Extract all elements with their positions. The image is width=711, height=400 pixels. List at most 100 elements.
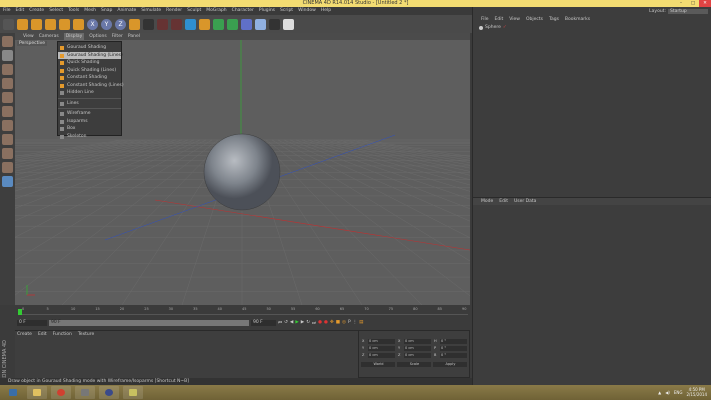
goto-end-icon[interactable]: ⏭ <box>312 320 316 326</box>
y-axis-icon[interactable]: Y <box>101 18 112 30</box>
coordinate-field[interactable]: 0 ° <box>440 353 467 358</box>
display-menu-item[interactable]: Isoparms <box>58 118 121 126</box>
key-position-icon[interactable]: ✥ <box>330 320 334 325</box>
folder-icon[interactable] <box>123 386 143 399</box>
playhead[interactable] <box>18 309 22 315</box>
render-picture-viewer-icon[interactable] <box>157 18 168 30</box>
language-indicator[interactable]: ENG <box>674 390 683 395</box>
key-scale-icon[interactable]: ■ <box>336 320 340 325</box>
timeline-ruler[interactable]: 0 5 10 15 20 25 30 35 40 45 50 55 60 65 70 75 80 85 90 <box>18 307 468 315</box>
floor-icon[interactable] <box>255 18 266 30</box>
start-icon[interactable] <box>3 386 23 399</box>
coordinate-field[interactable]: 0 cm <box>404 346 431 351</box>
menu-mograph[interactable]: MoGraph <box>206 7 226 15</box>
coordinate-system-icon[interactable] <box>129 18 140 30</box>
om-menu-objects[interactable]: Objects <box>526 16 543 24</box>
am-menu-user-data[interactable]: User Data <box>514 198 536 205</box>
edit-render-settings-icon[interactable] <box>171 18 182 30</box>
coordinate-field[interactable]: 0 cm <box>368 353 395 358</box>
enable-axis-icon[interactable] <box>2 134 13 145</box>
prev-key-icon[interactable]: ↺ <box>284 320 288 325</box>
goto-start-icon[interactable]: ⏮ <box>278 320 282 326</box>
light-icon[interactable] <box>283 18 294 30</box>
menu-tools[interactable]: Tools <box>68 7 79 15</box>
autokey-icon[interactable]: ● <box>324 320 328 325</box>
menu-animate[interactable]: Animate <box>117 7 136 15</box>
settings-icon[interactable] <box>75 386 95 399</box>
texture-mode-icon[interactable] <box>2 64 13 75</box>
display-menu-item[interactable]: Wireframe <box>58 110 121 118</box>
coordinate-field[interactable]: 0 ° <box>440 339 467 344</box>
play-icon[interactable]: ▶ <box>295 320 298 325</box>
apply-button[interactable]: Apply <box>433 362 467 367</box>
display-menu-item[interactable]: Skeleton <box>58 133 121 141</box>
file-explorer-icon[interactable] <box>27 386 47 399</box>
workplane-icon[interactable] <box>2 78 13 89</box>
key-pla-icon[interactable]: ⋮ <box>353 320 358 325</box>
start-frame-field[interactable]: 0 F <box>17 319 47 326</box>
recent-tool-icon[interactable] <box>73 18 84 30</box>
menu-simulate[interactable]: Simulate <box>141 7 161 15</box>
edges-mode-icon[interactable] <box>2 106 13 117</box>
next-key-icon[interactable]: ↻ <box>306 320 310 325</box>
menu-script[interactable]: Script <box>280 7 293 15</box>
am-menu-mode[interactable]: Mode <box>481 198 493 205</box>
move-icon[interactable] <box>31 18 42 30</box>
object-name[interactable]: Sphere <box>485 25 501 30</box>
polygons-mode-icon[interactable] <box>2 120 13 131</box>
om-menu-edit[interactable]: Edit <box>495 16 504 24</box>
z-axis-icon[interactable]: Z <box>115 18 126 30</box>
end-frame-field[interactable]: 90 F <box>251 319 276 326</box>
viewport-menu-filter[interactable]: Filter <box>112 33 123 40</box>
viewport-menu-view[interactable]: View <box>23 33 34 40</box>
magnet-icon[interactable] <box>2 176 13 187</box>
coordinate-field[interactable]: 0 cm <box>404 339 431 344</box>
snap-icon[interactable] <box>2 162 13 173</box>
minimize-button[interactable]: – <box>675 0 687 7</box>
om-menu-bookmarks[interactable]: Bookmarks <box>565 16 590 24</box>
scale-icon[interactable] <box>45 18 56 30</box>
timeline-window-icon[interactable]: ▤ <box>359 320 363 325</box>
rotate-icon[interactable] <box>59 18 70 30</box>
prev-frame-icon[interactable]: ◀ <box>290 320 293 325</box>
coordinate-field[interactable]: 0 cm <box>368 339 395 344</box>
camera-icon[interactable] <box>269 18 280 30</box>
viewport-menu-display[interactable]: Display <box>63 33 85 40</box>
coordinate-field[interactable]: 0 cm <box>404 353 431 358</box>
deformer-icon[interactable] <box>241 18 252 30</box>
undo-icon[interactable] <box>3 18 14 30</box>
display-menu-item[interactable]: Constant Shading (Lines) <box>58 82 124 90</box>
tweak-icon[interactable] <box>2 148 13 159</box>
menu-create[interactable]: Create <box>29 7 44 15</box>
material-menu-function[interactable]: Function <box>53 332 72 337</box>
chrome-icon[interactable] <box>51 386 71 399</box>
menu-window[interactable]: Window <box>298 7 316 15</box>
render-view-icon[interactable] <box>143 18 154 30</box>
viewport-menu-options[interactable]: Options <box>89 33 106 40</box>
clock[interactable]: 4:50 PM 2/15/2014 <box>686 387 707 397</box>
menu-select[interactable]: Select <box>49 7 63 15</box>
am-menu-edit[interactable]: Edit <box>499 198 508 205</box>
material-menu-edit[interactable]: Edit <box>38 332 47 337</box>
layout-selector[interactable]: Layout: Startup <box>649 9 708 14</box>
object-row[interactable]: Sphere ✓ <box>479 25 507 30</box>
key-parameter-icon[interactable]: P <box>348 320 351 325</box>
cube-icon[interactable] <box>185 18 196 30</box>
pen-icon[interactable] <box>199 18 210 30</box>
record-icon[interactable]: ● <box>318 320 322 325</box>
maximize-button[interactable]: □ <box>687 0 699 7</box>
key-rotation-icon[interactable]: ◎ <box>342 320 346 325</box>
make-editable-icon[interactable] <box>2 36 13 47</box>
menu-character[interactable]: Character <box>232 7 254 15</box>
array-icon[interactable] <box>227 18 238 30</box>
menu-edit[interactable]: Edit <box>16 7 25 15</box>
display-menu-item[interactable]: Constant Shading <box>58 74 121 82</box>
layout-value[interactable]: Startup <box>668 9 708 14</box>
coordinate-mode-dropdown[interactable]: World <box>361 362 395 367</box>
display-menu-item[interactable]: Gouraud Shading <box>58 44 121 52</box>
display-menu-item[interactable]: Lines <box>58 100 121 108</box>
display-menu-item[interactable]: Gouraud Shading (Lines) <box>58 51 123 59</box>
coordinate-field[interactable]: 0 ° <box>440 346 467 351</box>
viewport-menu-cameras[interactable]: Cameras <box>39 33 59 40</box>
coordinate-field[interactable]: 0 cm <box>368 346 395 351</box>
